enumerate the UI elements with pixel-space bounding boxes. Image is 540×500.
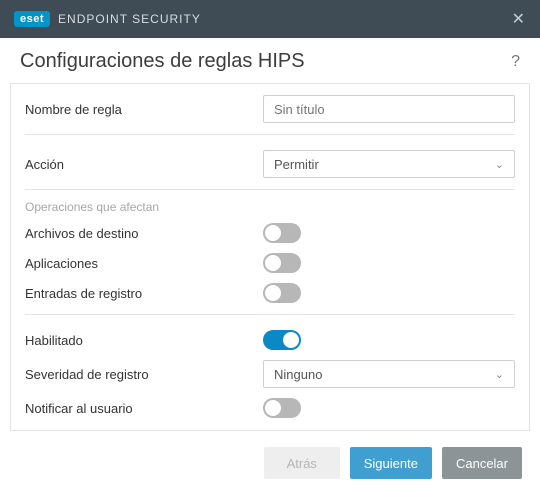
registry-entries-toggle[interactable]	[263, 283, 301, 303]
page-header: Configuraciones de reglas HIPS ?	[0, 38, 540, 83]
enabled-toggle[interactable]	[263, 330, 301, 350]
operations-section-label: Operaciones que afectan	[25, 200, 515, 214]
page-title: Configuraciones de reglas HIPS	[20, 50, 305, 73]
row-applications: Aplicaciones	[25, 248, 515, 278]
settings-panel: Nombre de regla Acción Permitir ⌄ Operac…	[10, 83, 530, 431]
row-enabled: Habilitado	[25, 325, 515, 355]
enabled-label: Habilitado	[25, 333, 263, 348]
dialog-footer: Atrás Siguiente Cancelar	[0, 431, 540, 479]
separator	[25, 189, 515, 190]
action-select[interactable]: Permitir ⌄	[263, 150, 515, 178]
chevron-down-icon: ⌄	[495, 368, 504, 381]
rule-name-label: Nombre de regla	[25, 102, 263, 117]
action-label: Acción	[25, 157, 263, 172]
row-target-files: Archivos de destino	[25, 218, 515, 248]
log-severity-select[interactable]: Ninguno ⌄	[263, 360, 515, 388]
target-files-label: Archivos de destino	[25, 226, 263, 241]
help-icon[interactable]: ?	[511, 53, 520, 71]
row-notify-user: Notificar al usuario	[25, 393, 515, 423]
applications-toggle[interactable]	[263, 253, 301, 273]
next-button[interactable]: Siguiente	[350, 447, 432, 479]
brand: eset ENDPOINT SECURITY	[14, 11, 201, 27]
cancel-button[interactable]: Cancelar	[442, 447, 522, 479]
registry-entries-label: Entradas de registro	[25, 286, 263, 301]
back-button: Atrás	[264, 447, 340, 479]
log-severity-label: Severidad de registro	[25, 367, 263, 382]
row-rule-name: Nombre de regla	[25, 90, 515, 128]
action-selected-value: Permitir	[274, 157, 319, 172]
applications-label: Aplicaciones	[25, 256, 263, 271]
row-action: Acción Permitir ⌄	[25, 145, 515, 183]
notify-user-label: Notificar al usuario	[25, 401, 263, 416]
titlebar: eset ENDPOINT SECURITY ✕	[0, 0, 540, 38]
close-icon[interactable]: ✕	[512, 9, 526, 29]
brand-badge: eset	[14, 11, 50, 27]
row-registry-entries: Entradas de registro	[25, 278, 515, 308]
row-log-severity: Severidad de registro Ninguno ⌄	[25, 355, 515, 393]
chevron-down-icon: ⌄	[495, 158, 504, 171]
target-files-toggle[interactable]	[263, 223, 301, 243]
log-severity-selected-value: Ninguno	[274, 367, 322, 382]
notify-user-toggle[interactable]	[263, 398, 301, 418]
separator	[25, 314, 515, 315]
brand-text: ENDPOINT SECURITY	[58, 12, 201, 26]
separator	[25, 134, 515, 135]
rule-name-input[interactable]	[263, 95, 515, 123]
